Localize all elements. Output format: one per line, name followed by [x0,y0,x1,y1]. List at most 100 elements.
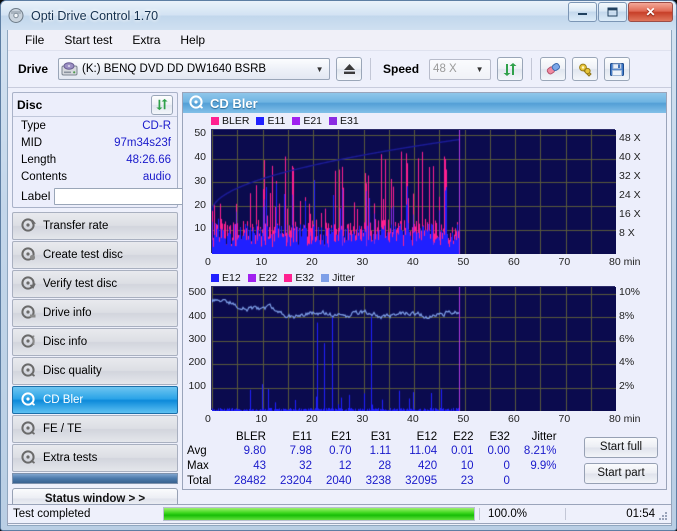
right-tick-label: 8 X [619,227,635,240]
x-tick-label: 50 [457,256,470,269]
drive-select[interactable]: (K:) BENQ DVD DD DW1640 BSRB ▼ [58,58,331,80]
chart-bler-legend: BLER E11 E21 E31 [211,115,362,127]
y-tick-label: 400 [188,309,206,322]
legend-label: Jitter [332,272,355,285]
stats-cell: 10 [460,460,474,473]
maximize-button[interactable] [598,2,627,22]
sidebar-nav: Transfer rate Create test disc Verify te… [12,212,178,472]
disc-refresh-button[interactable] [151,94,173,115]
stats-cell: 7.98 [289,445,312,458]
refresh-button[interactable] [497,57,524,81]
table-row: Avg 9.80 7.98 0.70 1.11 11.04 0.01 0.00 … [183,444,564,459]
stats-cell: 0 [503,475,510,488]
eject-button[interactable] [336,57,363,81]
legend-label: E11 [267,115,286,128]
save-button[interactable] [604,57,631,81]
disc-info-icon [21,333,36,351]
legend-swatch-icon [211,117,219,126]
legend-swatch-icon [292,117,301,126]
sidebar-item-verify-test-disc[interactable]: Verify test disc [12,270,178,298]
main-panel-header: CD Bler [183,93,666,114]
stats-col-e22: E22 [453,430,474,443]
sidebar-item-cd-bler[interactable]: CD Bler [12,386,178,414]
sidebar-item-extra-tests[interactable]: Extra tests [12,444,178,472]
table-row: Total 28482 23204 2040 3238 32095 23 0 [183,474,564,489]
start-buttons: Start full Start part [584,431,666,489]
speed-select[interactable]: 48 X ▼ [429,58,492,80]
sidebar-item-label: Extra tests [43,452,98,464]
disc-row-mid: MID 97m34s23f [13,134,177,151]
disc-quality-icon [21,362,36,380]
disc-icon [8,7,25,24]
right-tick-label: 16 X [619,208,641,221]
stats-col-e11: E11 [292,430,312,443]
sidebar-item-label: Disc quality [43,365,102,377]
legend-entry-e11: E11 [256,115,285,127]
x-tick-label: 0 [205,256,211,269]
x-tick-label: 80 min [609,413,641,426]
sidebar-item-fe-te[interactable]: FE / TE [12,415,178,443]
legend-swatch-icon [211,274,219,283]
legend-swatch-icon [284,274,293,283]
sidebar-item-drive-info[interactable]: Drive info [12,299,178,327]
sidebar-item-transfer-rate[interactable]: Transfer rate [12,212,178,240]
stats-cell: 0.70 [329,445,352,458]
stats-col-e12: E12 [416,430,438,443]
legend-swatch-icon [247,274,256,283]
toolbar-separator [370,58,372,80]
stats-cell: 32 [299,460,312,473]
x-tick-label: 40 [407,413,419,426]
disc-value: 97m34s23f [114,136,171,149]
legend-label: E22 [258,272,278,285]
x-tick-label: 70 [558,256,571,269]
resize-grip-icon[interactable] [658,511,668,521]
toolbar-separator [531,58,533,80]
chevron-down-icon[interactable]: ▼ [472,60,487,78]
sidebar-scrollbar[interactable] [12,473,178,484]
menu-item-extra[interactable]: Extra [123,31,169,49]
x-tick-label: 80 min [609,256,641,269]
sidebar-item-create-test-disc[interactable]: Create test disc [12,241,178,269]
erase-button[interactable] [540,57,567,81]
y-tick-label: 300 [188,332,206,345]
table-header-row: BLER E11 E21 E31 E12 E22 E32 Jitter [183,431,564,444]
menu-item-file[interactable]: File [16,31,53,49]
sidebar-item-label: FE / TE [43,423,82,435]
fe-te-icon [21,420,36,438]
stats-col-e21: E21 [331,430,352,443]
sidebar-item-label: Disc info [43,336,88,348]
menu-item-help[interactable]: Help [171,31,214,49]
legend-label: E21 [303,115,323,128]
disc-key: Contents [21,170,68,183]
speed-value: 48 X [433,63,457,75]
sidebar-item-disc-quality[interactable]: Disc quality [12,357,178,385]
x-tick-label: 20 [306,256,318,269]
client-area: File Start test Extra Help Drive (K:) BE… [7,30,672,526]
minimize-button[interactable] [568,2,597,22]
menu-bar: File Start test Extra Help [8,30,671,51]
sidebar-item-disc-info[interactable]: Disc info [12,328,178,356]
title-bar: Opti Drive Control 1.70 ✕ [1,1,676,30]
chart-e12-jitter-plot [211,286,616,412]
disc-panel-title: Disc [17,97,43,112]
y-tick-label: 40 [194,150,206,163]
right-tick-label: 4% [619,356,635,369]
stats-cell: 28 [378,460,392,473]
extra-tests-icon [21,449,36,467]
legend-swatch-icon [256,117,265,126]
x-tick-label: 50 [457,413,470,426]
sidebar-item-label: Verify test disc [43,278,118,290]
disc-value: audio [142,170,171,183]
stats-cell: 23 [460,475,474,488]
tools-button[interactable] [572,57,599,81]
start-part-button[interactable]: Start part [584,462,658,484]
disc-key: MID [21,136,43,149]
drive-value: (K:) BENQ DVD DD DW1640 BSRB [82,63,267,75]
menu-item-start-test[interactable]: Start test [55,31,121,49]
x-tick-label: 60 [508,413,520,426]
close-button[interactable]: ✕ [628,2,673,22]
chevron-down-icon[interactable]: ▼ [312,60,327,78]
stats-cell: 23204 [279,475,312,488]
start-full-button[interactable]: Start full [584,436,658,458]
disc-key: Type [21,119,46,132]
